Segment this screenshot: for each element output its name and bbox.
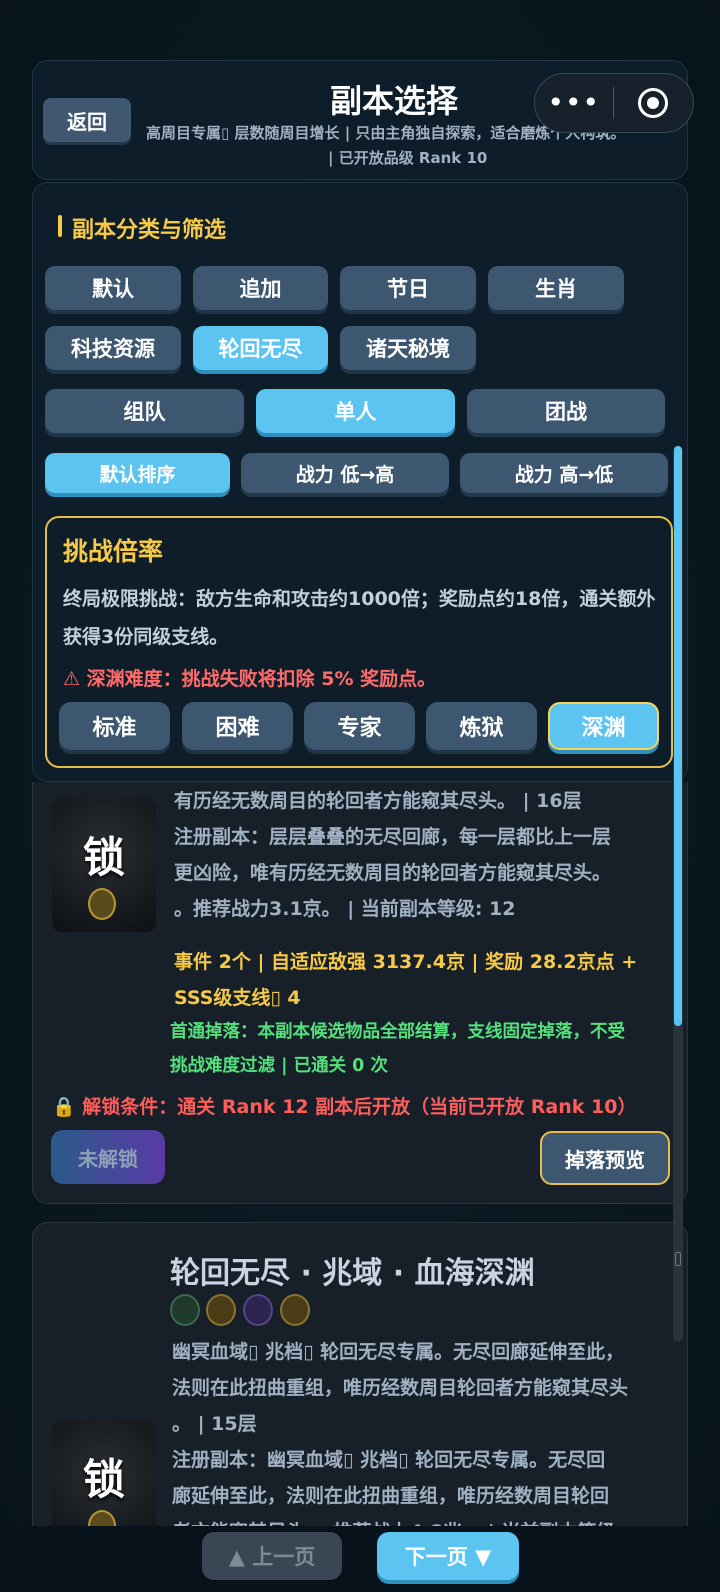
page-title: 副本选择 <box>330 82 459 120</box>
category-chip-endless[interactable]: 轮回无尽 <box>193 326 328 370</box>
element-orb-2 <box>206 1294 236 1326</box>
scrollbar-thumb[interactable] <box>674 446 682 1026</box>
drop-preview-button[interactable]: 掉落预览 <box>540 1131 670 1185</box>
sort-chip-power-asc[interactable]: 战力 低→高 <box>241 453 449 493</box>
dungeon-2-reg-1: 注册副本：幽冥血域▯ 兆档▯ 轮回无尽专属。无尽回 <box>172 1449 606 1471</box>
difficulty-standard-button[interactable]: 标准 <box>59 702 170 750</box>
coin-icon <box>88 888 116 920</box>
next-page-button[interactable]: 下一页 ▼ <box>377 1532 519 1580</box>
sort-chip-default[interactable]: 默认排序 <box>45 453 230 493</box>
dungeon-1-line-1: 有历经无数周目的轮回者方能窥其尽头。 | 16层 <box>174 790 582 812</box>
unlock-condition: 🔒 解锁条件：通关 Rank 12 副本后开放（当前已开放 Rank 10） <box>52 1096 637 1118</box>
abyss-warning: ⚠ 深渊难度：挑战失败将扣除 5% 奖励点。 <box>63 668 437 690</box>
difficulty-abyss-button[interactable]: 深渊 <box>548 702 659 750</box>
lock-glyph: 锁 <box>82 1455 125 1504</box>
dungeon-1-stats-2: SSS级支线▯ 4 <box>174 987 301 1009</box>
scroll-grip-icon <box>675 1252 681 1266</box>
difficulty-hard-button[interactable]: 困难 <box>182 702 293 750</box>
mode-chip-raid[interactable]: 团战 <box>467 389 665 433</box>
dungeon-1-stats-1: 事件 2个 | 自适应敌强 3137.4京 | 奖励 28.2京点 + <box>174 951 638 973</box>
more-icon[interactable]: ••• <box>535 73 613 133</box>
pager-bar <box>0 1526 720 1592</box>
sort-chip-power-desc[interactable]: 战力 高→低 <box>460 453 668 493</box>
dungeon-2-desc-3: 。 | 15层 <box>172 1413 257 1435</box>
back-button[interactable]: 返回 <box>43 98 131 142</box>
category-chip-extra[interactable]: 追加 <box>193 266 328 310</box>
category-chip-default[interactable]: 默认 <box>45 266 181 310</box>
filter-section-title: 副本分类与筛选 <box>72 218 227 243</box>
challenge-rate-title: 挑战倍率 <box>63 537 164 566</box>
dungeon-2-reg-2: 廊延伸至此，法则在此扭曲重组，唯历经数周目轮回 <box>172 1485 610 1507</box>
element-orb-4 <box>280 1294 310 1326</box>
category-chip-secret-realm[interactable]: 诸天秘境 <box>340 326 476 370</box>
category-chip-festival[interactable]: 节日 <box>340 266 476 310</box>
dungeon-1-drop-1: 首通掉落：本副本候选物品全部结算，支线固定掉落，不受 <box>170 1022 625 1042</box>
element-orb-1 <box>170 1294 200 1326</box>
difficulty-expert-button[interactable]: 专家 <box>304 702 415 750</box>
difficulty-purgatory-button[interactable]: 炼狱 <box>426 702 537 750</box>
subtitle-line-2: | 已开放品级 Rank 10 <box>328 149 488 167</box>
dungeon-1-drop-2: 挑战难度过滤 | 已通关 0 次 <box>170 1056 388 1076</box>
category-chip-zodiac[interactable]: 生肖 <box>488 266 624 310</box>
mode-chip-solo[interactable]: 单人 <box>256 389 455 433</box>
dungeon-1-line-4: 。推荐战力3.1京。 | 当前副本等级: 12 <box>174 898 516 920</box>
element-orb-3 <box>243 1294 273 1326</box>
dungeon-2-desc-1: 幽冥血域▯ 兆档▯ 轮回无尽专属。无尽回廊延伸至此， <box>172 1341 625 1363</box>
dungeon-1-line-3: 更凶险，唯有历经无数周目的轮回者方能窥其尽头。 <box>174 862 612 884</box>
dungeon-2-title: 轮回无尽 · 兆域 · 血海深渊 <box>170 1256 535 1291</box>
dungeon-1-thumbnail: 锁 <box>52 798 156 932</box>
locked-button[interactable]: 未解锁 <box>51 1130 165 1184</box>
dungeon-2-desc-2: 法则在此扭曲重组，唯历经数周目轮回者方能窥其尽头 <box>172 1377 629 1399</box>
dungeon-1-line-2: 注册副本：层层叠叠的无尽回廊，每一层都比上一层 <box>174 826 612 848</box>
category-chip-tech[interactable]: 科技资源 <box>45 326 181 370</box>
miniprogram-capsule: ••• <box>534 73 694 133</box>
section-accent-bar <box>58 215 62 237</box>
prev-page-button[interactable]: ▲ 上一页 <box>202 1532 342 1580</box>
lock-glyph: 锁 <box>82 833 125 882</box>
target-icon[interactable] <box>614 88 694 118</box>
mode-chip-team[interactable]: 组队 <box>45 389 244 433</box>
challenge-rate-description: 终局极限挑战：敌方生命和攻击约1000倍；奖励点约18倍，通关额外获得3份同级支… <box>63 588 656 648</box>
